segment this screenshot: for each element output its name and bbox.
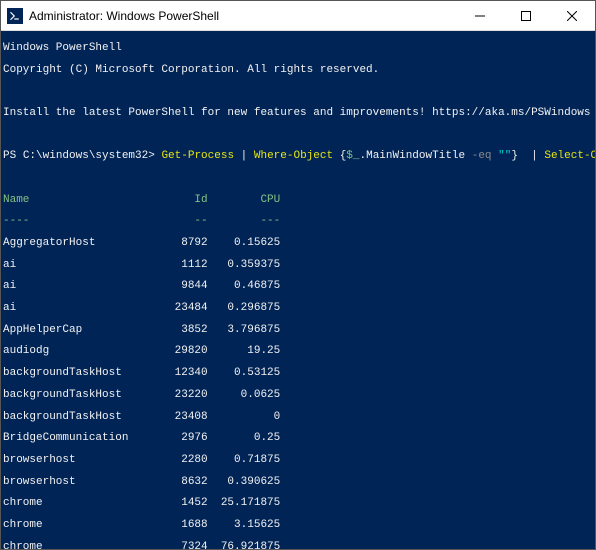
table-row: ai 9844 0.46875 bbox=[3, 281, 593, 292]
table-row: browserhost 8632 0.390625 bbox=[3, 477, 593, 488]
pipe: | bbox=[234, 150, 254, 162]
table-row: chrome 1688 3.15625 bbox=[3, 520, 593, 531]
powershell-window: Administrator: Windows PowerShell Window… bbox=[0, 0, 596, 550]
table-row: browserhost 2280 0.71875 bbox=[3, 455, 593, 466]
table-row: ai 1112 0.359375 bbox=[3, 260, 593, 271]
cmdlet: Select-Object bbox=[544, 150, 595, 162]
table-row: backgroundTaskHost 23220 0.0625 bbox=[3, 390, 593, 401]
table-row: ai 23484 0.296875 bbox=[3, 303, 593, 314]
window-title: Administrator: Windows PowerShell bbox=[29, 9, 457, 23]
banner-line: Install the latest PowerShell for new fe… bbox=[3, 108, 593, 119]
table-row: audiodg 29820 19.25 bbox=[3, 346, 593, 357]
operator: -eq bbox=[472, 150, 498, 162]
window-controls bbox=[457, 1, 595, 30]
table-row: backgroundTaskHost 23408 0 bbox=[3, 412, 593, 423]
titlebar[interactable]: Administrator: Windows PowerShell bbox=[1, 1, 595, 31]
table-header: Name Id CPU bbox=[3, 195, 593, 206]
close-button[interactable] bbox=[549, 1, 595, 30]
prompt-prefix: PS bbox=[3, 150, 23, 162]
banner-line: Copyright (C) Microsoft Corporation. All… bbox=[3, 65, 593, 76]
blank-line bbox=[3, 130, 593, 141]
table-row: backgroundTaskHost 12340 0.53125 bbox=[3, 368, 593, 379]
cmdlet: Where-Object bbox=[254, 150, 333, 162]
brace: } bbox=[511, 150, 524, 162]
blank-line bbox=[3, 86, 593, 97]
string: "" bbox=[498, 150, 511, 162]
brace: { bbox=[333, 150, 346, 162]
table-row: chrome 1452 25.171875 bbox=[3, 498, 593, 509]
console-output[interactable]: Windows PowerShell Copyright (C) Microso… bbox=[1, 31, 595, 549]
pipe: | bbox=[525, 150, 545, 162]
member: .MainWindowTitle bbox=[360, 150, 472, 162]
prompt-path: C:\windows\system32 bbox=[23, 150, 148, 162]
table-row: chrome 7324 76.921875 bbox=[3, 542, 593, 549]
prompt-line: PS C:\windows\system32> Get-Process | Wh… bbox=[3, 151, 593, 162]
table-divider: ---- -- --- bbox=[3, 216, 593, 227]
blank-line bbox=[3, 173, 593, 184]
maximize-button[interactable] bbox=[503, 1, 549, 30]
banner-line: Windows PowerShell bbox=[3, 43, 593, 54]
table-row: BridgeCommunication 2976 0.25 bbox=[3, 433, 593, 444]
prompt-sep: > bbox=[148, 150, 161, 162]
minimize-button[interactable] bbox=[457, 1, 503, 30]
powershell-icon bbox=[7, 8, 23, 24]
table-row: AggregatorHost 8792 0.15625 bbox=[3, 238, 593, 249]
table-row: AppHelperCap 3852 3.796875 bbox=[3, 325, 593, 336]
cmdlet: Get-Process bbox=[161, 150, 234, 162]
variable: $_ bbox=[346, 150, 359, 162]
